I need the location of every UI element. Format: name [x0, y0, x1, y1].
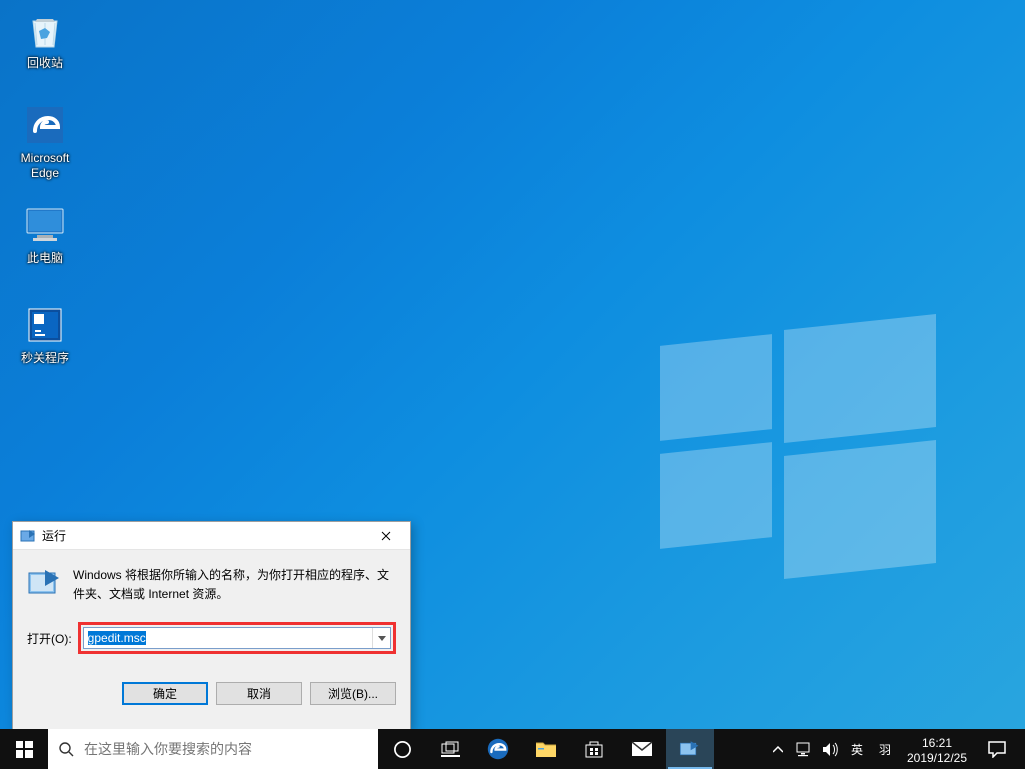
run-icon [20, 528, 36, 544]
run-dialog-title: 运行 [42, 527, 364, 544]
cortana-button[interactable] [378, 729, 426, 769]
windows-logo-watermark [660, 300, 940, 580]
cortana-icon [393, 740, 412, 759]
browse-button[interactable]: 浏览(B)... [310, 682, 396, 705]
task-view-button[interactable] [426, 729, 474, 769]
tray-network[interactable] [791, 742, 817, 757]
taskmgr-icon [23, 303, 67, 347]
desktop-icon-this-pc[interactable]: 此电脑 [7, 203, 83, 266]
action-center-button[interactable] [975, 741, 1019, 758]
open-input[interactable] [84, 629, 372, 647]
search-input[interactable] [84, 729, 378, 769]
desktop-icon-shutdown-app[interactable]: 秒关程序 [7, 303, 83, 366]
speaker-icon [822, 742, 839, 757]
icon-label: 回收站 [7, 56, 83, 71]
ime-indicator-mode[interactable]: 羽 [871, 741, 899, 758]
taskbar: 英 羽 16:21 2019/12/25 [0, 729, 1025, 769]
run-icon [679, 739, 701, 759]
close-button[interactable] [364, 522, 408, 550]
this-pc-icon [23, 203, 67, 247]
network-icon [796, 742, 813, 757]
open-label: 打开(O): [27, 630, 72, 647]
chevron-up-icon [773, 746, 783, 753]
ok-button[interactable]: 确定 [122, 682, 208, 705]
ime-indicator-lang[interactable]: 英 [843, 741, 871, 758]
windows-logo-icon [16, 741, 33, 758]
folder-icon [535, 739, 557, 759]
task-view-icon [441, 741, 460, 757]
run-dialog-description: Windows 将根据你所输入的名称，为你打开相应的程序、文件夹、文档或 Int… [73, 566, 396, 604]
taskbar-app-mail[interactable] [618, 729, 666, 769]
taskbar-search[interactable] [48, 729, 378, 769]
tray-volume[interactable] [817, 742, 843, 757]
mail-icon [631, 741, 653, 757]
edge-icon [486, 737, 510, 761]
cancel-button[interactable]: 取消 [216, 682, 302, 705]
icon-label: 此电脑 [7, 251, 83, 266]
taskbar-app-explorer[interactable] [522, 729, 570, 769]
notification-icon [988, 741, 1006, 758]
clock-date: 2019/12/25 [899, 751, 975, 766]
desktop[interactable]: 回收站 Microsoft Edge 此电脑 [0, 0, 1025, 769]
input-highlight-annotation [78, 622, 396, 654]
start-button[interactable] [0, 729, 48, 769]
desktop-icon-edge[interactable]: Microsoft Edge [7, 103, 83, 181]
taskbar-app-edge[interactable] [474, 729, 522, 769]
open-combobox[interactable] [83, 627, 391, 649]
run-dialog-titlebar[interactable]: 运行 [13, 522, 410, 550]
taskbar-app-run[interactable] [666, 729, 714, 769]
edge-icon [23, 103, 67, 147]
dropdown-button[interactable] [372, 628, 390, 648]
recycle-bin-icon [23, 8, 67, 52]
tray-overflow-button[interactable] [765, 746, 791, 753]
taskbar-app-store[interactable] [570, 729, 618, 769]
clock-time: 16:21 [899, 736, 975, 751]
store-icon [584, 739, 604, 759]
search-icon [48, 741, 84, 757]
run-icon-large [27, 566, 61, 600]
system-tray: 英 羽 16:21 2019/12/25 [765, 729, 1025, 769]
icon-label: 秒关程序 [7, 351, 83, 366]
run-dialog: 运行 Windows 将根据你所输入的名称，为你打开相应的程序、文件夹、文档或 … [12, 521, 411, 730]
icon-label: Microsoft Edge [7, 151, 83, 181]
desktop-icon-recycle-bin[interactable]: 回收站 [7, 8, 83, 71]
taskbar-clock[interactable]: 16:21 2019/12/25 [899, 732, 975, 766]
